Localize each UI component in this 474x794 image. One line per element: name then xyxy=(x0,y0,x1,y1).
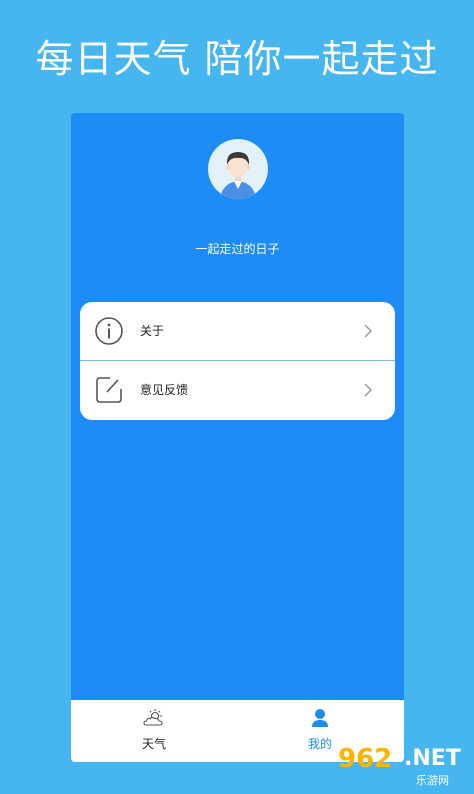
tab-weather[interactable]: 天气 xyxy=(71,700,237,762)
user-icon xyxy=(312,709,328,727)
profile-subtitle: 一起走过的日子 xyxy=(195,242,280,256)
avatar[interactable] xyxy=(208,139,268,199)
info-icon xyxy=(95,317,123,345)
menu-item-label: 关于 xyxy=(140,324,165,338)
site-watermark: 962 .NET 乐游网 xyxy=(334,742,470,790)
settings-menu: 关于 意见反馈 xyxy=(80,302,395,420)
weather-icon xyxy=(143,709,163,726)
watermark-net: .NET xyxy=(404,746,461,771)
chevron-right-icon xyxy=(364,383,372,397)
menu-item-feedback[interactable]: 意见反馈 xyxy=(80,361,395,419)
chevron-right-icon xyxy=(364,324,372,338)
watermark-site: 乐游网 xyxy=(416,774,449,787)
watermark-number: 962 xyxy=(338,744,393,774)
menu-item-about[interactable]: 关于 xyxy=(80,302,395,361)
edit-note-icon xyxy=(96,377,122,403)
tab-label: 天气 xyxy=(141,737,166,751)
menu-item-label: 意见反馈 xyxy=(140,383,189,397)
banner-title: 每日天气 陪你一起走过 xyxy=(35,37,439,81)
avatar-person-icon xyxy=(220,152,256,199)
app-screen: 一起走过的日子 关于 意见反馈 天气 我的 xyxy=(71,113,404,762)
